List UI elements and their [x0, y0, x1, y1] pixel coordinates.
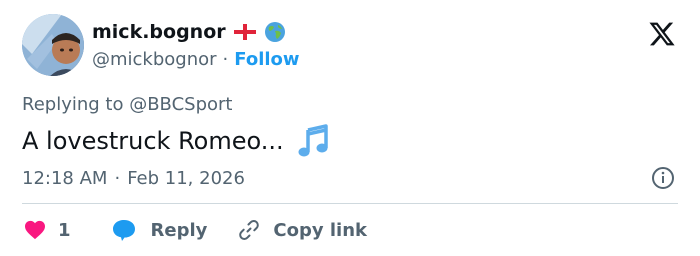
author-name-row: mick.bognor: [92, 19, 286, 45]
copy-link-label: Copy link: [273, 219, 367, 241]
like-button[interactable]: 1: [24, 220, 111, 241]
music-notes-icon: [298, 124, 328, 157]
follow-button[interactable]: Follow: [234, 49, 299, 70]
tweet-text: A lovestruck Romeo...: [22, 127, 284, 155]
divider: [22, 203, 678, 204]
replying-to: Replying to @BBCSport: [22, 94, 232, 115]
reply-bubble-icon: [112, 220, 135, 241]
tweet-timestamp[interactable]: 12:18 AM · Feb 11, 2026: [22, 166, 245, 190]
author-display-name[interactable]: mick.bognor: [92, 21, 226, 43]
tweet-card: mick.bognor @mickbognor · Follow Replyin…: [0, 0, 700, 256]
tweet-text-row: A lovestruck Romeo...: [22, 124, 330, 158]
replying-to-handle[interactable]: @BBCSport: [129, 94, 232, 115]
x-logo-icon[interactable]: [647, 20, 677, 48]
date-separator: ·: [114, 167, 121, 189]
replying-to-prefix: Replying to: [22, 94, 130, 115]
author-handle[interactable]: @mickbognor: [92, 49, 217, 70]
copy-link-button[interactable]: Copy link: [237, 218, 367, 242]
heart-icon: [25, 220, 45, 240]
info-icon[interactable]: [651, 166, 675, 190]
like-count: 1: [58, 219, 71, 241]
england-flag-icon: [233, 24, 256, 40]
handle-separator: ·: [222, 48, 229, 70]
tweet-time: 12:18 AM: [22, 167, 108, 189]
avatar[interactable]: [22, 14, 84, 76]
reply-label: Reply: [150, 219, 208, 241]
tweet-date: Feb 11, 2026: [127, 167, 245, 189]
reply-button[interactable]: Reply: [111, 218, 238, 242]
author-handle-row: @mickbognor · Follow: [92, 47, 300, 71]
avatar-image: [22, 14, 84, 76]
globe-icon: [264, 22, 285, 42]
link-icon: [239, 220, 260, 240]
tweet-actions: 1 Reply Copy link: [24, 216, 367, 244]
